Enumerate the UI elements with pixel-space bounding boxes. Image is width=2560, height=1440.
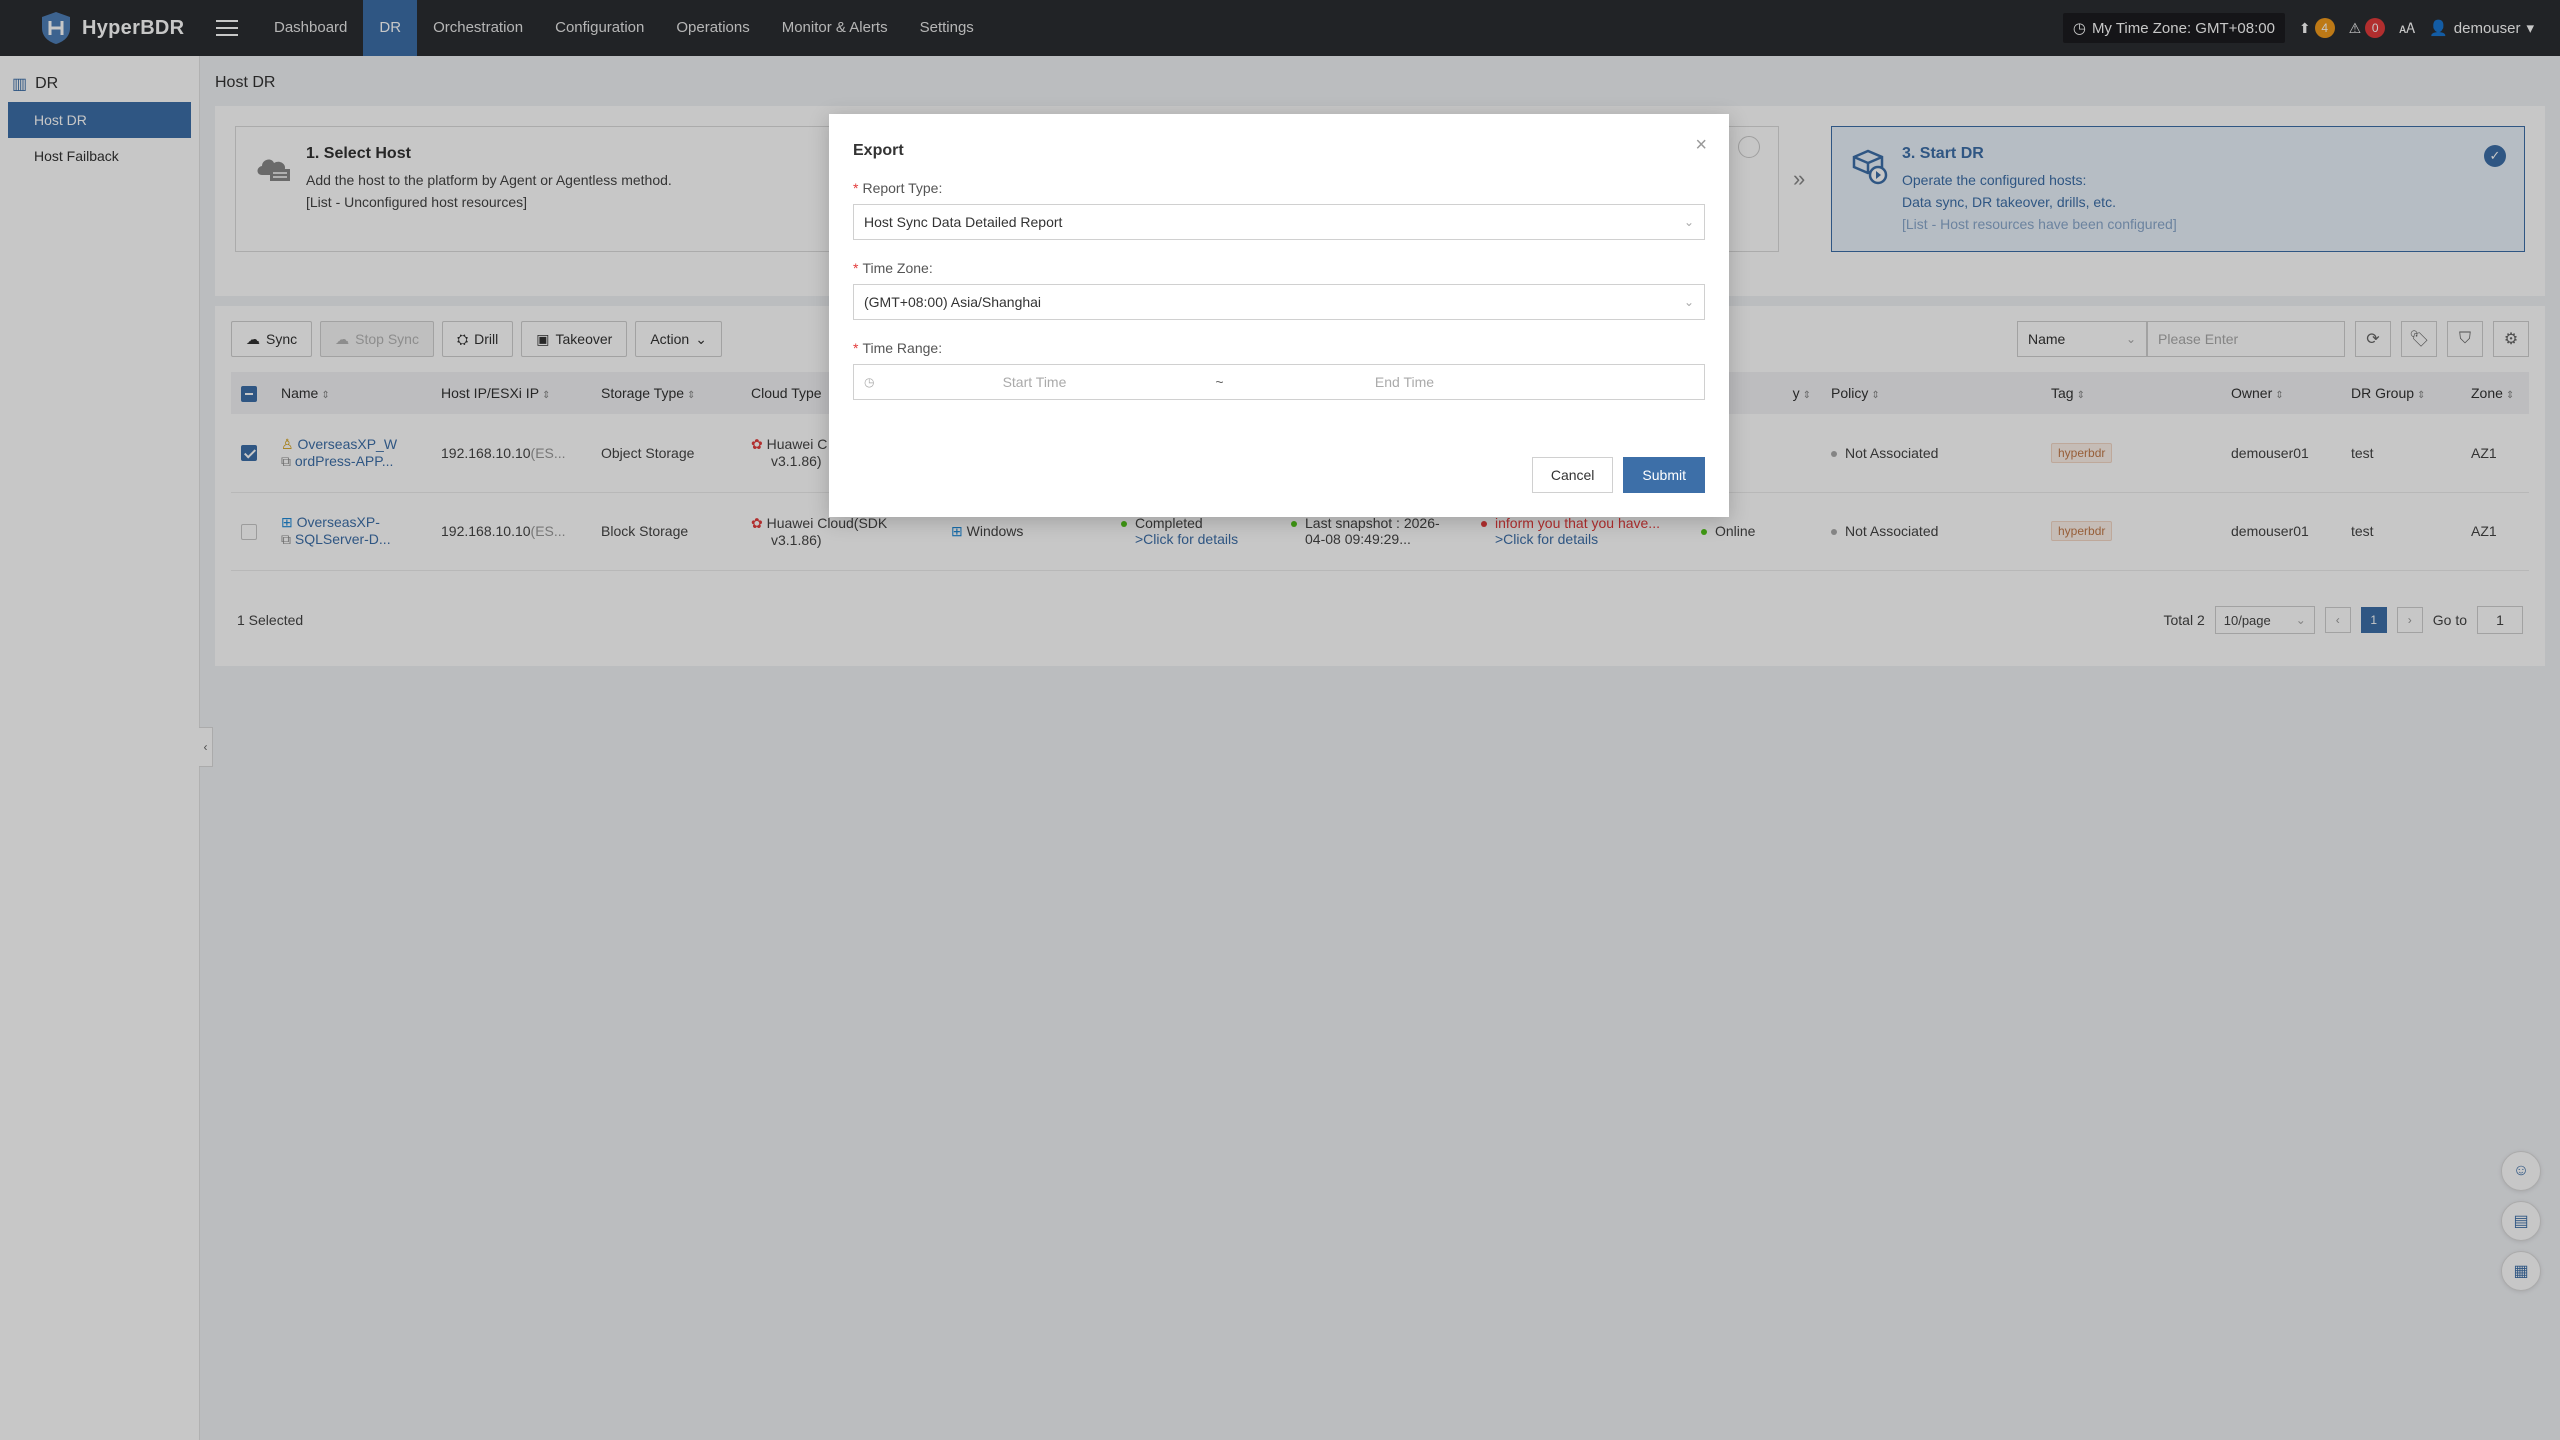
start-time-input[interactable]: Start Time: [874, 374, 1194, 390]
report-type-label-text: Report Type:: [862, 180, 943, 196]
required-marker: *: [853, 260, 859, 276]
report-type-select[interactable]: Host Sync Data Detailed Report ⌄: [853, 204, 1705, 240]
range-separator: ~: [1215, 374, 1224, 390]
submit-button[interactable]: Submit: [1623, 457, 1705, 493]
timezone-label-text: Time Zone:: [862, 260, 933, 276]
time-range-label-text: Time Range:: [862, 340, 943, 356]
timezone-value: (GMT+08:00) Asia/Shanghai: [864, 294, 1042, 310]
report-type-label: * Report Type:: [853, 180, 1705, 196]
chevron-down-icon: ⌄: [1683, 215, 1694, 229]
time-range-picker[interactable]: ◷ Start Time ~ End Time: [853, 364, 1705, 400]
end-time-input[interactable]: End Time: [1244, 374, 1564, 390]
dialog-actions: Cancel Submit: [1531, 457, 1705, 493]
required-marker: *: [853, 340, 859, 356]
chevron-down-icon: ⌄: [1683, 295, 1694, 309]
report-type-value: Host Sync Data Detailed Report: [864, 214, 1063, 230]
cancel-button[interactable]: Cancel: [1531, 457, 1614, 493]
clock-icon: ◷: [864, 375, 875, 389]
timezone-label: * Time Zone:: [853, 260, 1705, 276]
export-dialog: Export × * Report Type: Host Sync Data De…: [829, 114, 1729, 517]
close-icon[interactable]: ×: [1695, 134, 1707, 157]
required-marker: *: [853, 180, 859, 196]
dialog-title: Export: [853, 142, 904, 159]
timezone-select[interactable]: (GMT+08:00) Asia/Shanghai ⌄: [853, 284, 1705, 320]
time-range-label: * Time Range:: [853, 340, 1705, 356]
